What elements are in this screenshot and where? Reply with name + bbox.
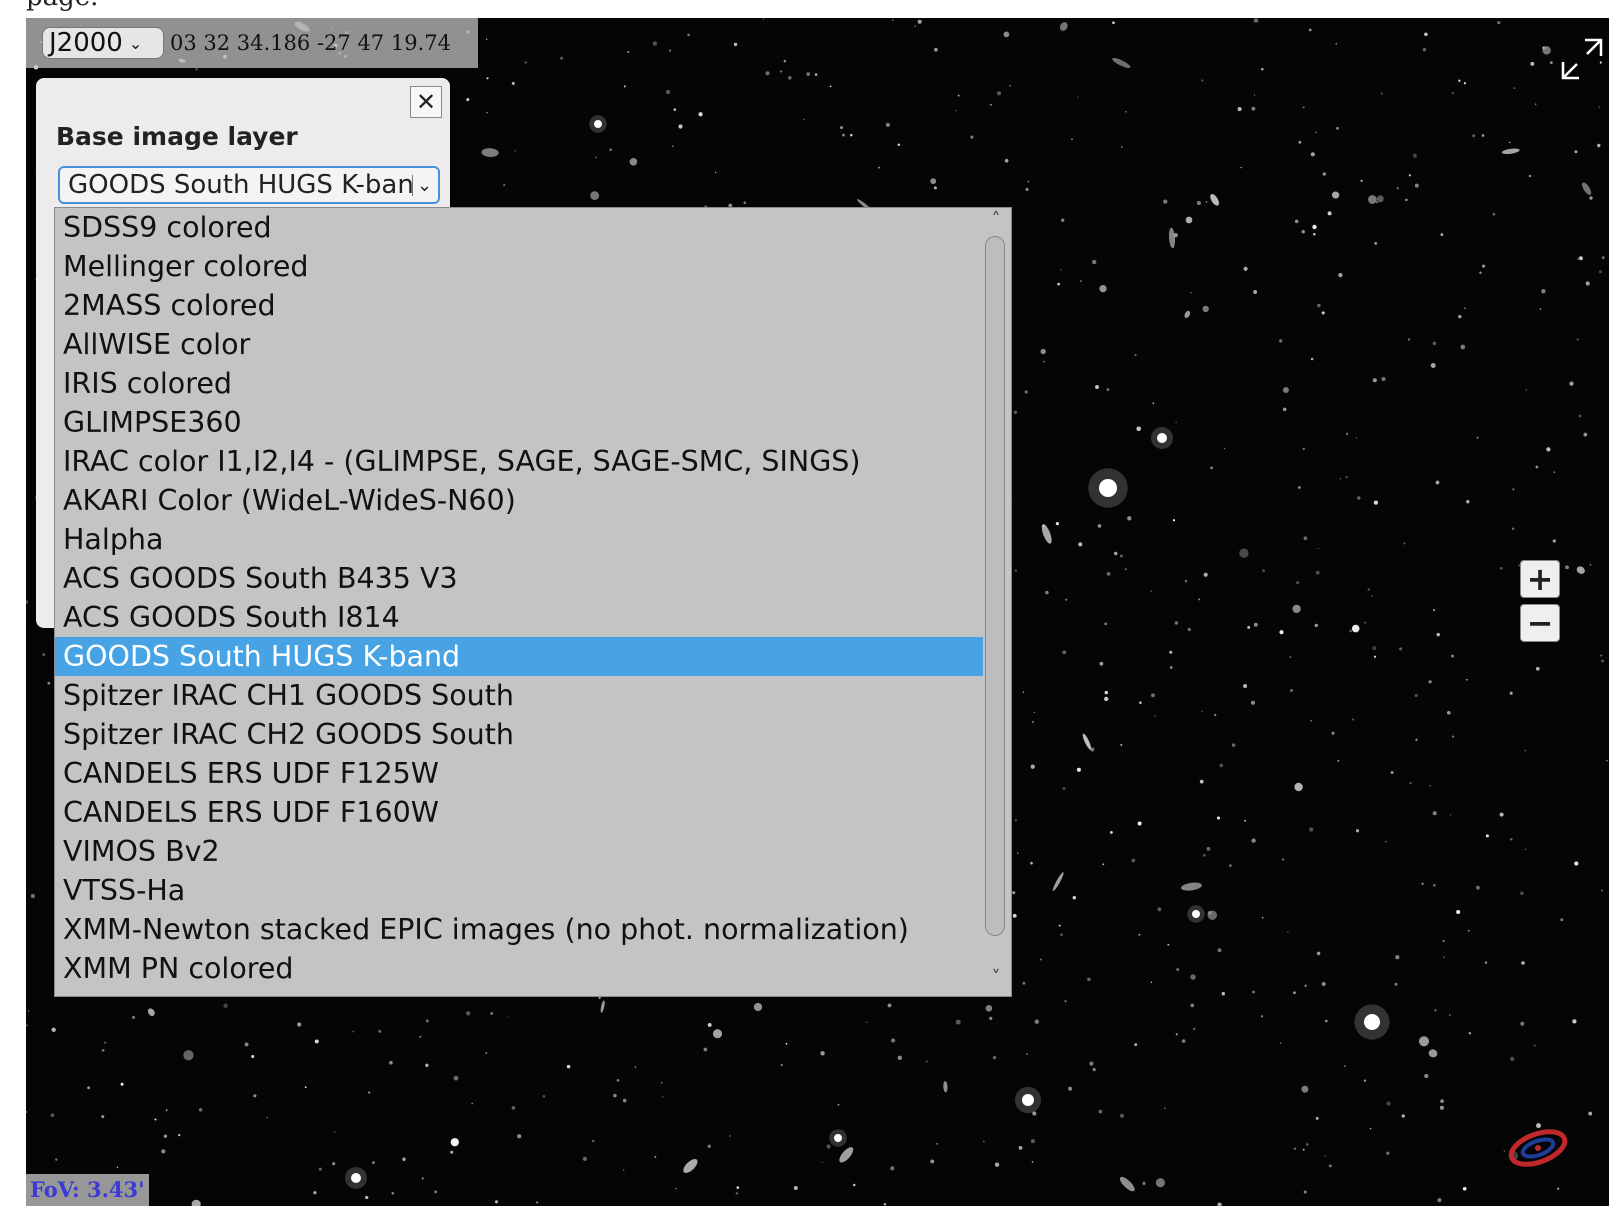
coordinate-bar: J2000 ⌄ 03 32 34.186 -27 47 19.74 — [26, 18, 478, 68]
dropdown-option[interactable]: ACS GOODS South I814 — [55, 598, 983, 637]
dropdown-option[interactable]: VTSS-Ha — [55, 871, 983, 910]
zoom-out-button[interactable]: − — [1520, 604, 1560, 642]
aladin-logo-icon — [1508, 1129, 1568, 1167]
scroll-thumb[interactable] — [985, 236, 1005, 936]
base-image-select[interactable]: GOODS South HUGS K-band ⌄ — [58, 166, 440, 204]
chevron-down-icon: ⌄ — [412, 174, 432, 196]
close-icon: ✕ — [415, 88, 437, 116]
dropdown-option[interactable]: ACS GOODS South B435 V3 — [55, 559, 983, 598]
dropdown-option[interactable]: CANDELS ERS UDF F160W — [55, 793, 983, 832]
frame-select[interactable]: J2000 ⌄ — [42, 27, 164, 59]
dropdown-option[interactable]: Spitzer IRAC CH1 GOODS South — [55, 676, 983, 715]
dropdown-option[interactable]: Spitzer IRAC CH2 GOODS South — [55, 715, 983, 754]
scroll-down-icon[interactable]: ˅ — [983, 966, 1009, 990]
dropdown-option[interactable]: Mellinger colored — [55, 247, 983, 286]
base-image-dropdown-list[interactable]: XMM PN colored XMM-Newton stacked EPIC im… — [54, 207, 1012, 997]
close-button[interactable]: ✕ — [410, 86, 442, 118]
dropdown-option[interactable]: IRAC color I1,I2,I4 - (GLIMPSE, SAGE, SA… — [55, 442, 983, 481]
dropdown-option[interactable]: 2MASS colored — [55, 286, 983, 325]
fov-label: FoV: 3.43' — [26, 1174, 149, 1206]
coordinate-readout: 03 32 34.186 -27 47 19.74 — [170, 31, 451, 55]
fullscreen-icon[interactable] — [1559, 36, 1605, 82]
frame-select-value: J2000 — [49, 28, 123, 58]
dropdown-option[interactable]: AKARI Color (WideL-WideS-N60) — [55, 481, 983, 520]
dropdown-option[interactable]: GOODS South HUGS K-band — [55, 637, 983, 676]
zoom-in-button[interactable]: + — [1520, 560, 1560, 598]
dropdown-option[interactable]: SDSS9 colored — [55, 208, 983, 247]
dropdown-scrollbar[interactable]: ˄ ˅ — [983, 208, 1009, 996]
sky-viewer[interactable]: J2000 ⌄ 03 32 34.186 -27 47 19.74 ✕ Base… — [26, 18, 1609, 1206]
dropdown-option[interactable]: AllWISE color — [55, 325, 983, 364]
dropdown-option[interactable]: GLIMPSE360 — [55, 403, 983, 442]
dropdown-option[interactable]: CANDELS ERS UDF F125W — [55, 754, 983, 793]
dropdown-option[interactable]: IRIS colored — [55, 364, 983, 403]
dropdown-option[interactable]: VIMOS Bv2 — [55, 832, 983, 871]
page-top-text: page. — [26, 0, 98, 12]
dropdown-option[interactable]: XMM PN colored — [55, 949, 983, 988]
scroll-up-icon[interactable]: ˄ — [983, 208, 1009, 232]
chevron-down-icon: ⌄ — [128, 33, 143, 53]
base-image-select-value: GOODS South HUGS K-band — [68, 170, 412, 200]
dropdown-option[interactable]: XMM-Newton stacked EPIC images (no phot.… — [55, 910, 983, 949]
dropdown-option[interactable]: Halpha — [55, 520, 983, 559]
panel-title: Base image layer — [56, 122, 298, 151]
